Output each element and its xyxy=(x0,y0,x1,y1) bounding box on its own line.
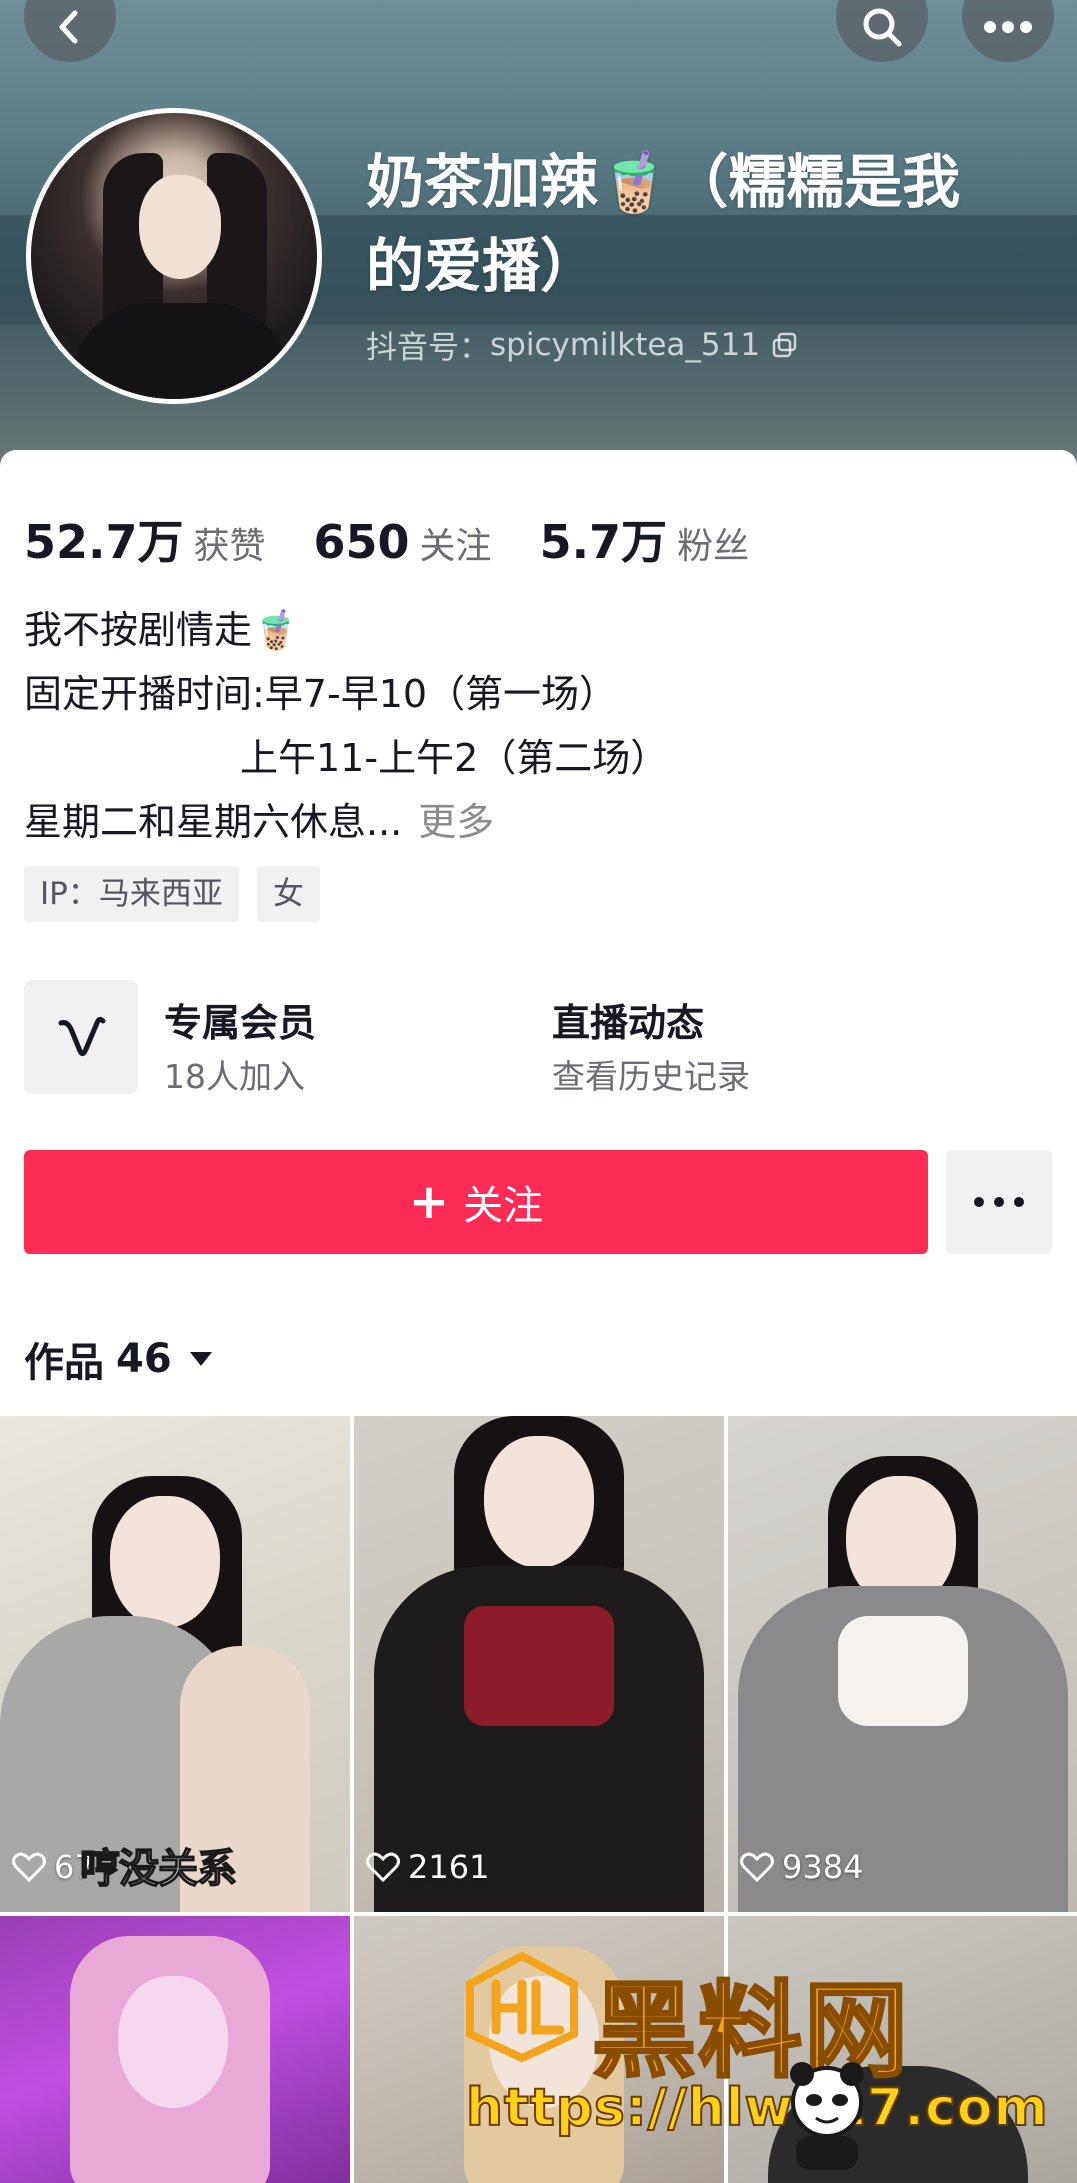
bio-line-2: 固定开播时间:早7-早10（第一场） xyxy=(24,672,618,716)
stats-row: 52.7万 获赞 650 关注 5.7万 粉丝 xyxy=(24,506,797,572)
copy-icon[interactable] xyxy=(772,332,798,358)
live-entry-title[interactable]: 直播动态 xyxy=(552,992,704,1047)
member-entry-icon-box[interactable] xyxy=(24,980,138,1094)
live-entry-subtitle: 查看历史记录 xyxy=(552,1057,750,1096)
video-caption-overlay: 哼没关系 xyxy=(79,1845,238,1893)
dropdown-icon xyxy=(189,1352,212,1366)
plus-icon: + xyxy=(408,1174,450,1230)
stat-likes[interactable]: 52.7万 获赞 xyxy=(24,506,266,572)
bio-line-3: 上午11-上午2（第二场） xyxy=(240,736,669,780)
stat-label: 粉丝 xyxy=(677,526,750,567)
back-icon xyxy=(59,10,78,44)
video-likes: 2161 xyxy=(366,1848,489,1886)
more-icon xyxy=(974,1197,1024,1207)
uid-row[interactable]: 抖音号： spicymilktea_511 xyxy=(366,322,798,367)
video-thumbnail[interactable]: 9384 xyxy=(728,1416,1077,1912)
video-likes: 9384 xyxy=(740,1848,863,1886)
bio-line-4: 星期二和星期六休息... 更多 xyxy=(24,790,668,854)
member-entry-title[interactable]: 专属会员 xyxy=(164,992,316,1047)
panda-sticker-icon xyxy=(790,2062,864,2170)
bio-line-4-text: 星期二和星期六休息... xyxy=(24,800,403,844)
entry-row: 专属会员 18人加入 直播动态 查看历史记录 xyxy=(24,980,1054,1100)
tag-ip-location: IP：马来西亚 xyxy=(24,866,239,922)
video-thumbnail[interactable] xyxy=(0,1916,350,2183)
stat-label: 获赞 xyxy=(193,526,266,567)
heart-icon xyxy=(12,1852,46,1882)
more-actions-button[interactable] xyxy=(946,1150,1052,1254)
follow-label: 关注 xyxy=(463,1183,544,1229)
nickname: 奶茶加辣🧋（糯糯是我 的爱播） xyxy=(366,140,1046,308)
stat-followers[interactable]: 5.7万 粉丝 xyxy=(540,506,750,572)
stat-label: 关注 xyxy=(419,526,492,567)
member-entry-subtitle: 18人加入 xyxy=(164,1057,305,1096)
watermark-url: https://hlwe17.com xyxy=(465,2077,1049,2139)
video-thumbnail[interactable]: 67 哼没关系 xyxy=(0,1416,350,1912)
video-likes-count: 2161 xyxy=(408,1848,490,1886)
stat-number: 52.7万 xyxy=(24,515,184,569)
works-label: 作品 xyxy=(24,1340,104,1386)
uid-value: spicymilktea_511 xyxy=(490,326,761,363)
follow-button[interactable]: + 关注 xyxy=(24,1150,928,1254)
heart-icon xyxy=(366,1852,400,1882)
bio: 我不按剧情走🧋 固定开播时间:早7-早10（第一场） 上午11-上午2（第二场）… xyxy=(24,598,668,854)
stat-number: 650 xyxy=(313,515,410,569)
bio-more-link[interactable]: 更多 xyxy=(418,800,494,844)
works-count: 46 xyxy=(116,1336,172,1382)
vip-icon xyxy=(58,1016,106,1057)
search-icon xyxy=(863,8,902,47)
video-thumbnail[interactable]: 2161 xyxy=(354,1416,724,1912)
tags-row: IP：马来西亚 女 xyxy=(24,866,338,922)
stat-number: 5.7万 xyxy=(539,515,668,569)
more-icon xyxy=(984,21,1032,33)
uid-label: 抖音号： xyxy=(366,330,490,366)
bio-line-1: 我不按剧情走🧋 xyxy=(24,608,300,652)
nickname-line-1: 奶茶加辣🧋（糯糯是我 xyxy=(366,148,961,216)
nickname-line-2: 的爱播） xyxy=(366,232,599,300)
video-likes-count: 9384 xyxy=(782,1848,864,1886)
stat-following[interactable]: 650 关注 xyxy=(314,515,492,569)
watermark-logo xyxy=(466,1952,578,2062)
heart-icon xyxy=(740,1852,774,1882)
works-tab[interactable]: 作品 46 xyxy=(24,1330,214,1388)
avatar[interactable] xyxy=(26,108,322,404)
tag-gender: 女 xyxy=(256,866,320,922)
